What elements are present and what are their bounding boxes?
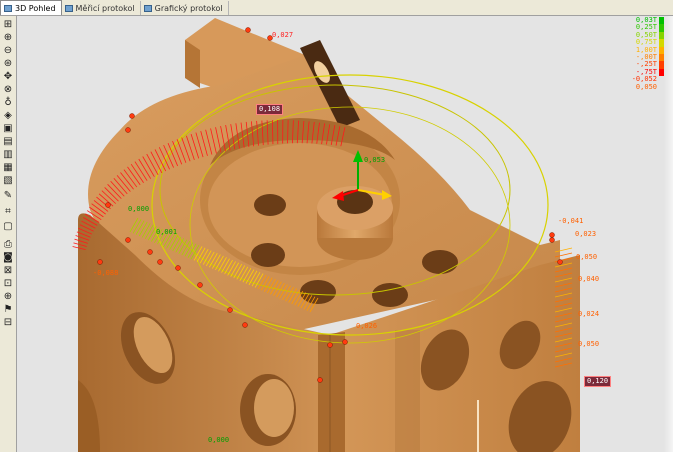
label-right-2: 0,023 [575, 230, 597, 238]
deviation-color-legend: 0,03T 0,25T 0,50T 0,75T 1,00T -,00T -,25T -,75T… [606, 16, 664, 95]
view-bottom-icon[interactable]: ▧ [2, 175, 14, 186]
measured-point [97, 259, 103, 265]
measured-point [245, 27, 251, 33]
measured-point [549, 237, 555, 243]
label-right-4: 0,040 [578, 275, 600, 283]
rotate-icon[interactable]: ⊛ [2, 58, 14, 69]
view-tab-bar: 3D Pohled Měřicí protokol Grafický protoko… [0, 0, 673, 16]
cursor-icon[interactable]: ✎ [2, 190, 14, 201]
camera-icon[interactable]: ◙ [2, 252, 14, 263]
measured-point [242, 322, 248, 328]
label-mid: 0,026 [356, 322, 378, 330]
label-right-1: -0,041 [558, 217, 584, 225]
label-left-1: 0,000 [128, 205, 150, 213]
view-iso-icon[interactable]: ◈ [2, 110, 14, 121]
print-icon[interactable]: ⎙ [2, 239, 14, 250]
zoom-out-icon[interactable]: ⊖ [2, 45, 14, 56]
zoom-in-icon[interactable]: ⊕ [2, 32, 14, 43]
protocol-icon [64, 4, 73, 12]
measured-point [105, 202, 111, 208]
view-back-icon[interactable]: ▦ [2, 162, 14, 173]
view-3d-icon [4, 4, 12, 12]
view-toolbar: ⊞ ⊕ ⊖ ⊛ ✥ ⊗ ♁ ◈ ▣ ▤ ▥ ▦ ▧ ✎ ⌗ ▢ ⎙ ◙ ⊠ ⊡ ⊕ ⚑ ⊟ [0, 16, 17, 452]
tag-arc: 0,108 [256, 104, 284, 115]
label-right-5: 0,024 [578, 310, 600, 318]
measured-point [557, 259, 563, 265]
measured-point [327, 342, 333, 348]
light-icon[interactable]: ♁ [2, 97, 14, 108]
view-side-icon[interactable]: ▥ [2, 149, 14, 160]
flag-icon[interactable]: ⚑ [2, 304, 14, 315]
tag-right: 0,120 [584, 376, 612, 387]
measured-point [227, 307, 233, 313]
select-icon[interactable]: ▢ [2, 221, 14, 232]
tab-graphic-protocol[interactable]: Grafický protokol [141, 1, 229, 15]
measured-point [197, 282, 203, 288]
tab-label: 3D Pohled [15, 3, 56, 13]
pan-icon[interactable]: ✥ [2, 71, 14, 82]
report-icon[interactable]: ⊟ [2, 317, 14, 328]
delete-icon[interactable]: ⊠ [2, 265, 14, 276]
label-top: 0,027 [272, 31, 294, 39]
target-icon[interactable]: ⊕ [2, 291, 14, 302]
viewport-edge [664, 16, 673, 452]
export-icon[interactable]: ⊡ [2, 278, 14, 289]
measured-point [317, 377, 323, 383]
measured-point [147, 249, 153, 255]
tab-3d-view[interactable]: 3D Pohled [0, 0, 62, 15]
measured-point [125, 237, 131, 243]
measured-point [129, 113, 135, 119]
label-right-6: 0,050 [578, 340, 600, 348]
tab-label: Grafický protokol [154, 3, 223, 13]
measured-point [157, 259, 163, 265]
legend-extra-value: 0,050 [635, 82, 657, 91]
tab-measurement-protocol[interactable]: Měřicí protokol [62, 1, 141, 15]
measured-point [549, 232, 555, 238]
measured-point [175, 265, 181, 271]
label-left-3: -0,088 [93, 269, 119, 277]
orbit-icon[interactable]: ⊗ [2, 84, 14, 95]
tab-label: Měřicí protokol [75, 3, 135, 13]
measure-icon[interactable]: ⌗ [2, 206, 14, 217]
label-left-2: 0,001 [156, 228, 178, 236]
graphic-protocol-icon [143, 4, 152, 12]
label-bottom: 0,000 [208, 436, 230, 444]
measured-point [125, 127, 131, 133]
view-top-icon[interactable]: ▤ [2, 136, 14, 147]
view-front-icon[interactable]: ▣ [2, 123, 14, 134]
zoom-fit-icon[interactable]: ⊞ [2, 19, 14, 30]
measured-point [342, 339, 348, 345]
label-center: 0,053 [364, 156, 386, 164]
label-right-3: 0,050 [576, 253, 598, 261]
